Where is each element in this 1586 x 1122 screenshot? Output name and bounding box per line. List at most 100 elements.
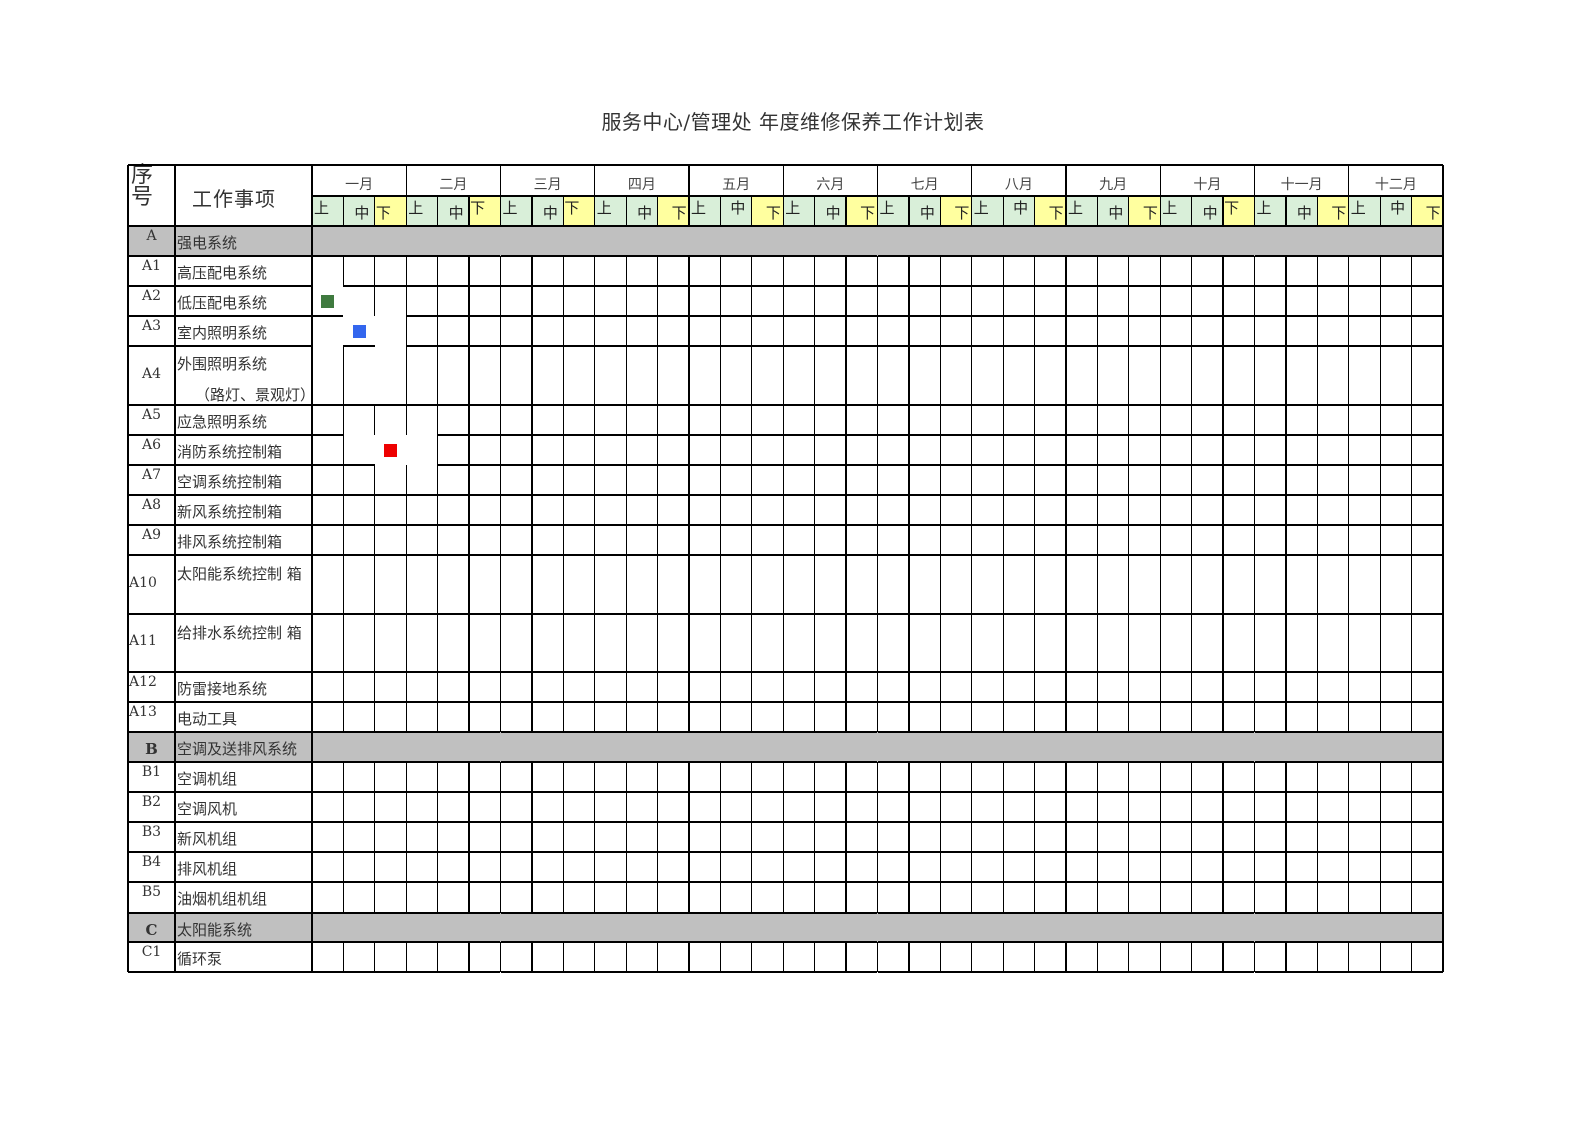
- schedule-cell[interactable]: [720, 852, 751, 882]
- schedule-cell[interactable]: [1192, 465, 1223, 495]
- schedule-cell[interactable]: [1223, 316, 1254, 346]
- schedule-cell[interactable]: [909, 316, 940, 346]
- schedule-cell[interactable]: [1097, 405, 1128, 435]
- schedule-cell[interactable]: [1066, 702, 1097, 732]
- schedule-cell[interactable]: [720, 286, 751, 316]
- schedule-cell[interactable]: [469, 792, 500, 822]
- schedule-cell[interactable]: [1380, 672, 1411, 702]
- schedule-cell[interactable]: [720, 792, 751, 822]
- schedule-cell[interactable]: [1035, 792, 1066, 822]
- schedule-cell[interactable]: [940, 822, 971, 852]
- schedule-cell[interactable]: [406, 942, 437, 972]
- schedule-cell[interactable]: [626, 672, 657, 702]
- schedule-cell[interactable]: [815, 435, 846, 465]
- schedule-cell[interactable]: [689, 465, 720, 495]
- schedule-cell[interactable]: [940, 942, 971, 972]
- schedule-cell[interactable]: [1003, 495, 1034, 525]
- schedule-cell[interactable]: [438, 942, 469, 972]
- schedule-cell[interactable]: [343, 614, 374, 672]
- schedule-cell[interactable]: [343, 346, 374, 405]
- schedule-cell[interactable]: [846, 286, 877, 316]
- schedule-cell[interactable]: [469, 672, 500, 702]
- schedule-cell[interactable]: [312, 465, 343, 495]
- schedule-cell[interactable]: [343, 256, 374, 286]
- schedule-cell[interactable]: [1223, 792, 1254, 822]
- schedule-cell[interactable]: [1066, 822, 1097, 852]
- schedule-cell[interactable]: [783, 942, 814, 972]
- schedule-cell[interactable]: [1035, 614, 1066, 672]
- schedule-cell[interactable]: [1349, 435, 1380, 465]
- schedule-cell[interactable]: [1129, 495, 1160, 525]
- schedule-cell[interactable]: [1317, 256, 1348, 286]
- schedule-cell[interactable]: [1380, 822, 1411, 852]
- schedule-cell[interactable]: [1380, 256, 1411, 286]
- schedule-cell[interactable]: [1003, 346, 1034, 405]
- schedule-cell[interactable]: [626, 555, 657, 614]
- schedule-cell[interactable]: [469, 942, 500, 972]
- schedule-cell[interactable]: [563, 405, 594, 435]
- schedule-cell[interactable]: [1097, 762, 1128, 792]
- schedule-cell[interactable]: [909, 942, 940, 972]
- schedule-cell[interactable]: [563, 792, 594, 822]
- schedule-cell[interactable]: [1003, 286, 1034, 316]
- schedule-cell[interactable]: [940, 256, 971, 286]
- schedule-cell[interactable]: [752, 256, 783, 286]
- schedule-cell[interactable]: [1129, 852, 1160, 882]
- schedule-cell[interactable]: [878, 762, 909, 792]
- schedule-cell[interactable]: [1003, 882, 1034, 913]
- schedule-cell[interactable]: [689, 286, 720, 316]
- schedule-cell[interactable]: [343, 525, 374, 555]
- schedule-cell[interactable]: [689, 405, 720, 435]
- schedule-cell[interactable]: [1412, 525, 1443, 555]
- schedule-cell[interactable]: [1097, 672, 1128, 702]
- schedule-cell[interactable]: [752, 852, 783, 882]
- schedule-cell[interactable]: [752, 405, 783, 435]
- schedule-cell[interactable]: [689, 672, 720, 702]
- schedule-cell[interactable]: [815, 555, 846, 614]
- schedule-cell[interactable]: [469, 435, 500, 465]
- schedule-cell[interactable]: [972, 525, 1003, 555]
- schedule-cell[interactable]: [846, 435, 877, 465]
- schedule-cell[interactable]: [689, 702, 720, 732]
- schedule-cell[interactable]: [1349, 286, 1380, 316]
- schedule-cell[interactable]: [343, 822, 374, 852]
- schedule-cell[interactable]: [720, 316, 751, 346]
- schedule-cell[interactable]: [343, 435, 374, 465]
- schedule-cell[interactable]: [1003, 762, 1034, 792]
- schedule-cell[interactable]: [1160, 316, 1191, 346]
- schedule-cell[interactable]: [972, 702, 1003, 732]
- schedule-cell[interactable]: [1097, 614, 1128, 672]
- schedule-cell[interactable]: [1129, 702, 1160, 732]
- schedule-cell[interactable]: [1192, 495, 1223, 525]
- schedule-cell[interactable]: [501, 942, 532, 972]
- schedule-cell[interactable]: [406, 555, 437, 614]
- schedule-cell[interactable]: [1286, 465, 1317, 495]
- schedule-cell[interactable]: [909, 882, 940, 913]
- schedule-cell[interactable]: [469, 256, 500, 286]
- schedule-cell[interactable]: [783, 672, 814, 702]
- schedule-cell[interactable]: [1097, 702, 1128, 732]
- schedule-cell[interactable]: [626, 346, 657, 405]
- schedule-cell[interactable]: [878, 792, 909, 822]
- schedule-cell[interactable]: [940, 672, 971, 702]
- schedule-cell[interactable]: [1223, 286, 1254, 316]
- schedule-cell[interactable]: [469, 465, 500, 495]
- schedule-cell[interactable]: [501, 525, 532, 555]
- schedule-cell[interactable]: [909, 792, 940, 822]
- schedule-cell[interactable]: [909, 465, 940, 495]
- schedule-cell[interactable]: [783, 882, 814, 913]
- schedule-cell[interactable]: [1412, 942, 1443, 972]
- schedule-cell[interactable]: [1286, 555, 1317, 614]
- schedule-cell[interactable]: [469, 762, 500, 792]
- schedule-cell[interactable]: [1317, 435, 1348, 465]
- schedule-cell[interactable]: [406, 852, 437, 882]
- schedule-cell[interactable]: [1066, 792, 1097, 822]
- schedule-cell[interactable]: [1160, 762, 1191, 792]
- schedule-cell[interactable]: [909, 852, 940, 882]
- schedule-cell[interactable]: [312, 702, 343, 732]
- schedule-cell[interactable]: [1003, 465, 1034, 495]
- schedule-cell[interactable]: [469, 614, 500, 672]
- schedule-cell[interactable]: [438, 465, 469, 495]
- schedule-cell[interactable]: [783, 525, 814, 555]
- schedule-cell[interactable]: [972, 852, 1003, 882]
